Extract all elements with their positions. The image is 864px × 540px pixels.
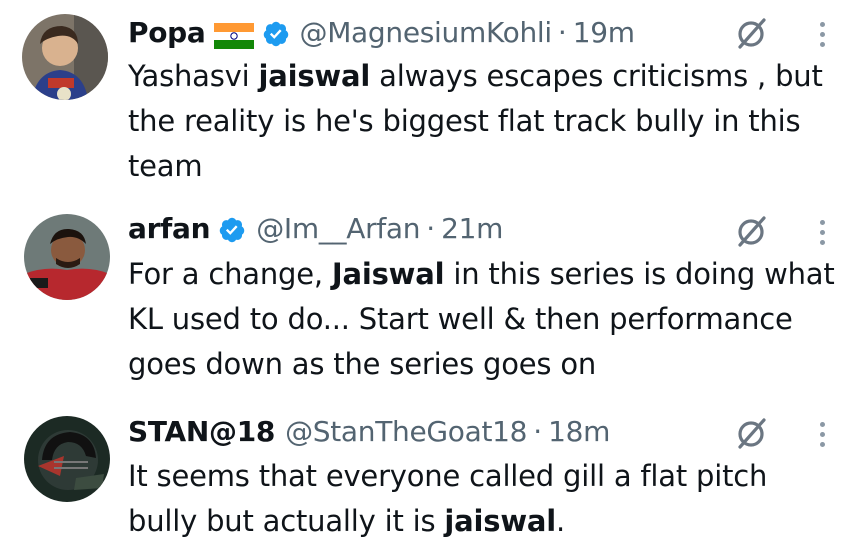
separator: · xyxy=(533,415,543,448)
tweet-text: Yashasvi jaiswal always escapes criticis… xyxy=(128,54,843,189)
grok-icon[interactable] xyxy=(735,16,769,50)
more-options-icon[interactable] xyxy=(812,215,832,249)
separator: · xyxy=(426,212,436,245)
grok-icon[interactable] xyxy=(735,214,769,248)
author-handle[interactable]: @Im__Arfan xyxy=(256,209,420,249)
timestamp[interactable]: 19m xyxy=(573,13,635,53)
tweet[interactable]: Popa @MagnesiumKohli · 19m Yashasvi jais… xyxy=(0,0,864,200)
more-options-icon[interactable] xyxy=(812,17,832,51)
highlight-keyword: jaiswal xyxy=(258,59,371,93)
author-name[interactable]: STAN@18 xyxy=(128,412,275,452)
avatar[interactable] xyxy=(24,416,110,502)
verified-badge-icon xyxy=(218,215,246,243)
text-part: For a change, xyxy=(128,257,332,291)
separator: · xyxy=(557,16,567,49)
author-name[interactable]: arfan xyxy=(128,209,211,249)
timestamp[interactable]: 21m xyxy=(441,209,503,249)
author-name[interactable]: Popa xyxy=(128,13,206,53)
india-flag-icon xyxy=(213,20,254,49)
avatar[interactable] xyxy=(22,14,108,100)
reply-feed: Popa @MagnesiumKohli · 19m Yashasvi jais… xyxy=(0,0,864,540)
more-options-icon[interactable] xyxy=(812,417,832,451)
verified-badge-icon xyxy=(262,19,290,47)
tweet[interactable]: arfan @Im__Arfan · 21m For a change, Jai… xyxy=(0,200,864,400)
tweet[interactable]: STAN@18 @StanTheGoat18 · 18m It seems th… xyxy=(0,400,864,540)
author-handle[interactable]: @MagnesiumKohli xyxy=(300,13,553,53)
tweet-text: For a change, Jaiswal in this series is … xyxy=(128,252,843,387)
avatar[interactable] xyxy=(24,214,110,300)
timestamp[interactable]: 18m xyxy=(548,412,610,452)
tweet-text: It seems that everyone called gill a fla… xyxy=(128,454,843,540)
author-handle[interactable]: @StanTheGoat18 xyxy=(285,412,527,452)
text-part: Yashasvi xyxy=(128,59,259,93)
highlight-keyword: Jaiswal xyxy=(331,257,445,291)
text-part: . xyxy=(556,504,566,538)
grok-icon[interactable] xyxy=(735,416,769,450)
highlight-keyword: jaiswal xyxy=(444,504,557,538)
